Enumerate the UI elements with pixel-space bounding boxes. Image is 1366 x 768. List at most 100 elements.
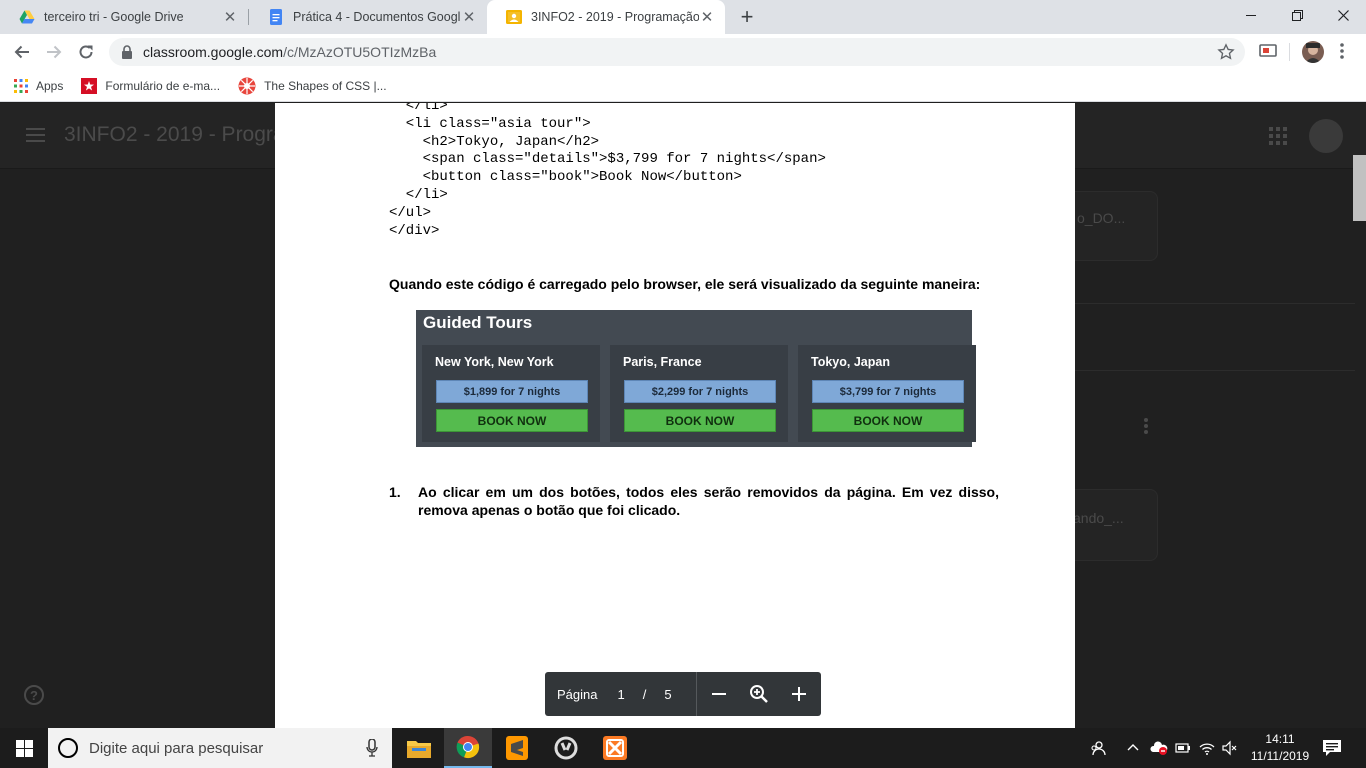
apps-grid-icon bbox=[14, 78, 28, 93]
windows-logo-icon bbox=[15, 739, 33, 757]
attachment-name-fragment: ando_... bbox=[1073, 510, 1124, 526]
url-path: /c/MzAzOTU5OTIzMzBa bbox=[283, 44, 437, 60]
sublime-text-icon bbox=[506, 736, 528, 760]
speaker-muted-icon[interactable] bbox=[1222, 740, 1238, 756]
close-icon bbox=[1337, 9, 1349, 21]
taskbar-chrome[interactable] bbox=[444, 728, 492, 768]
current-page-input[interactable]: 1 bbox=[617, 687, 624, 702]
close-tab-icon[interactable]: ✕ bbox=[222, 9, 238, 26]
css-shapes-icon bbox=[238, 77, 256, 94]
attachment-name-fragment: o_DO... bbox=[1077, 210, 1126, 226]
clock-date: 11/11/2019 bbox=[1250, 749, 1310, 763]
minus-icon bbox=[712, 693, 726, 695]
people-icon[interactable] bbox=[1090, 740, 1106, 756]
tour-name: Tokyo, Japan bbox=[811, 355, 890, 369]
xampp-icon bbox=[603, 736, 627, 760]
fit-to-page-button[interactable] bbox=[748, 683, 770, 705]
taskbar-overwatch[interactable] bbox=[542, 728, 590, 768]
close-tab-icon[interactable]: ✕ bbox=[699, 9, 715, 26]
code-line: </li> bbox=[389, 103, 448, 114]
reload-button[interactable] bbox=[74, 40, 98, 64]
battery-icon[interactable] bbox=[1175, 740, 1191, 756]
restore-icon bbox=[1291, 9, 1303, 21]
restore-button[interactable] bbox=[1274, 0, 1320, 30]
url-text: classroom.google.com/c/MzAzOTU5OTIzMzBa bbox=[143, 44, 436, 60]
cortana-icon bbox=[58, 738, 78, 758]
tour-price: $3,799 for 7 nights bbox=[812, 380, 964, 403]
bookmark-label: Formulário de e-ma... bbox=[105, 78, 221, 93]
tab-google-docs[interactable]: Prática 4 - Documentos Google ✕ bbox=[249, 0, 487, 34]
book-now-button-image: BOOK NOW bbox=[812, 409, 964, 432]
wifi-icon[interactable] bbox=[1199, 740, 1215, 756]
red-star-icon bbox=[81, 77, 98, 94]
stream-post-divider bbox=[1075, 303, 1355, 371]
profile-avatar[interactable] bbox=[1302, 41, 1324, 63]
zoom-out-button[interactable] bbox=[708, 683, 730, 705]
microphone-icon[interactable] bbox=[366, 739, 378, 757]
code-line: </ul> bbox=[389, 204, 432, 221]
pdf-document-page: </li> <li class="asia tour"> <h2>Tokyo, … bbox=[275, 103, 1075, 728]
bookmark-label: Apps bbox=[36, 78, 64, 93]
address-bar[interactable]: classroom.google.com/c/MzAzOTU5OTIzMzBa bbox=[109, 38, 1245, 66]
bookmark-star-icon[interactable] bbox=[1217, 43, 1235, 61]
post-options-kebab-icon[interactable] bbox=[1143, 417, 1149, 435]
bookmark-apps[interactable]: Apps bbox=[14, 78, 64, 93]
tour-card: New York, New York $1,899 for 7 nights B… bbox=[422, 345, 600, 442]
back-arrow-icon bbox=[14, 45, 29, 59]
controls-divider bbox=[696, 672, 697, 716]
url-host: classroom.google.com bbox=[143, 44, 284, 60]
bookmarks-bar: Apps Formulário de e-ma... The Shapes of… bbox=[0, 70, 1366, 102]
google-apps-icon[interactable] bbox=[1269, 127, 1287, 145]
start-button[interactable] bbox=[0, 728, 48, 768]
tour-price: $1,899 for 7 nights bbox=[436, 380, 588, 403]
browser-menu-button[interactable] bbox=[1340, 42, 1344, 62]
tour-price: $2,299 for 7 nights bbox=[624, 380, 776, 403]
tab-title: terceiro tri - Google Drive bbox=[44, 10, 184, 24]
lock-icon bbox=[122, 45, 132, 59]
zoom-in-button[interactable] bbox=[788, 683, 810, 705]
back-button[interactable] bbox=[10, 40, 34, 64]
classroom-avatar[interactable] bbox=[1309, 119, 1343, 153]
chevron-up-icon[interactable] bbox=[1126, 740, 1140, 756]
total-pages: 5 bbox=[664, 686, 672, 702]
new-tab-button[interactable]: + bbox=[736, 6, 758, 28]
google-drive-icon bbox=[19, 10, 35, 24]
folder-icon bbox=[407, 741, 431, 758]
code-line: <button class="book">Book Now</button> bbox=[389, 169, 742, 186]
forward-button[interactable] bbox=[42, 40, 66, 64]
plus-icon bbox=[792, 687, 806, 701]
taskbar-search-box[interactable]: Digite aqui para pesquisar bbox=[48, 728, 392, 768]
close-tab-icon[interactable]: ✕ bbox=[461, 9, 477, 26]
cast-extension-icon[interactable] bbox=[1258, 41, 1278, 61]
reload-icon bbox=[79, 45, 93, 59]
system-clock[interactable]: 14:11 11/11/2019 bbox=[1244, 731, 1316, 765]
profile-picture-icon bbox=[1305, 43, 1321, 63]
action-center-icon[interactable] bbox=[1322, 739, 1342, 757]
overwatch-icon bbox=[554, 736, 578, 760]
scrollbar-thumb[interactable] bbox=[1353, 155, 1366, 221]
help-icon[interactable]: ? bbox=[24, 685, 44, 705]
hamburger-menu-icon[interactable] bbox=[26, 127, 46, 143]
minimize-button[interactable] bbox=[1228, 0, 1274, 30]
taskbar-sublime-text[interactable] bbox=[493, 728, 541, 768]
tab-classroom[interactable]: 3INFO2 - 2019 - Programação II ✕ bbox=[487, 0, 725, 34]
onedrive-error-icon[interactable] bbox=[1150, 740, 1168, 756]
pdf-page-controls: Página 1 / 5 bbox=[545, 672, 821, 716]
tab-google-drive[interactable]: terceiro tri - Google Drive ✕ bbox=[0, 0, 248, 34]
tab-strip: terceiro tri - Google Drive ✕ Prática 4 … bbox=[0, 0, 1366, 34]
kebab-menu-icon bbox=[1340, 43, 1344, 59]
tab-title: 3INFO2 - 2019 - Programação II bbox=[531, 10, 699, 24]
code-line: <h2>Tokyo, Japan</h2> bbox=[389, 133, 600, 150]
google-classroom-icon bbox=[506, 10, 522, 24]
clock-time: 14:11 bbox=[1265, 732, 1295, 746]
taskbar-file-explorer[interactable] bbox=[395, 728, 443, 768]
book-now-button-image: BOOK NOW bbox=[436, 409, 588, 432]
exercise-item-1: 1. Ao clicar em um dos botões, todos ele… bbox=[389, 483, 999, 519]
bookmark-css-shapes[interactable]: The Shapes of CSS |... bbox=[238, 77, 387, 95]
chrome-icon bbox=[456, 735, 480, 759]
taskbar-xampp[interactable] bbox=[591, 728, 639, 768]
bookmark-form[interactable]: Formulário de e-ma... bbox=[81, 77, 221, 94]
intro-paragraph: Quando este código é carregado pelo brow… bbox=[389, 276, 981, 292]
close-window-button[interactable] bbox=[1320, 0, 1366, 30]
code-line: </div> bbox=[389, 222, 440, 239]
